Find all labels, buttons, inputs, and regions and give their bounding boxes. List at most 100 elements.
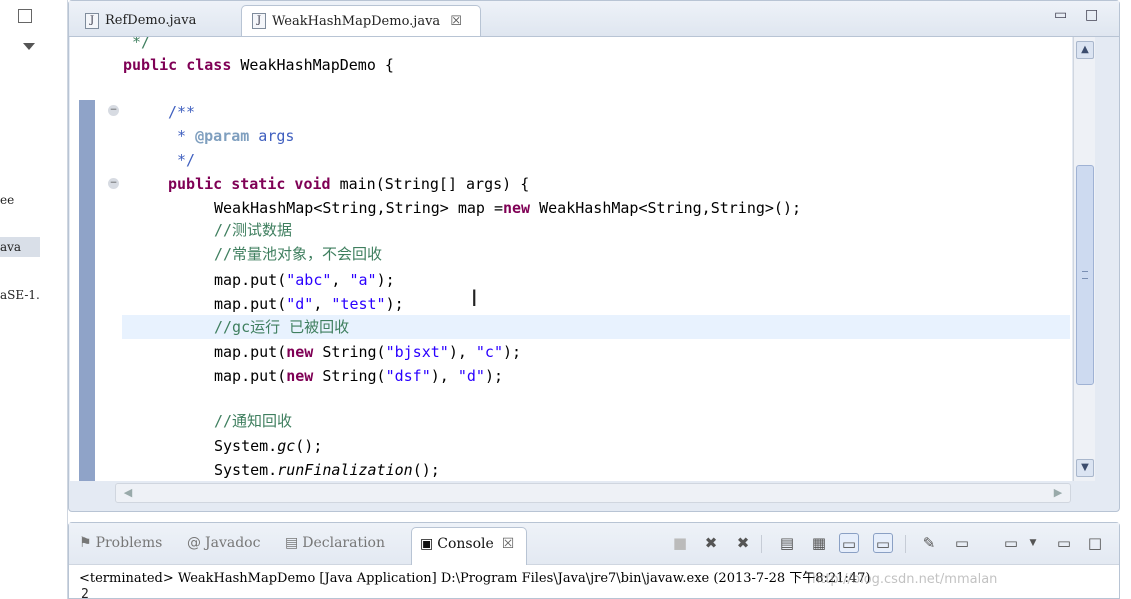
code-text: ); bbox=[503, 343, 522, 361]
scroll-grip-icon bbox=[1082, 271, 1088, 279]
watermark: http://blog.csdn.net/mmalan bbox=[812, 572, 998, 587]
terminate-icon[interactable]: ■ bbox=[670, 533, 690, 553]
tab-weakhashmapdemo[interactable]: J WeakHashMapDemo.java ☒ bbox=[241, 5, 481, 36]
string-literal: "test" bbox=[331, 295, 386, 313]
code-text: WeakHashMap<String,String>(); bbox=[530, 199, 802, 217]
code-text: (); bbox=[295, 437, 323, 455]
tab-declaration[interactable]: ▤ Declaration bbox=[285, 535, 385, 551]
package-explorer-panel: ee ava aSE-1. bbox=[0, 0, 68, 599]
code-line: public class WeakHashMapDemo { bbox=[123, 54, 394, 76]
minimize-icon[interactable]: ▭ bbox=[1054, 7, 1067, 23]
tab-console[interactable]: ▣ Console ☒ bbox=[411, 527, 528, 565]
clear-console-icon[interactable]: ▤ bbox=[777, 533, 797, 553]
string-literal: "d" bbox=[457, 367, 485, 385]
scroll-down-icon[interactable]: ▼ bbox=[1076, 459, 1094, 477]
scroll-up-icon[interactable]: ▲ bbox=[1076, 41, 1094, 59]
view-menu-icon[interactable] bbox=[23, 43, 35, 50]
code-text: ); bbox=[385, 295, 404, 313]
fold-toggle-icon[interactable]: − bbox=[108, 178, 119, 189]
code-line: /** bbox=[168, 101, 195, 123]
console-panel: ⚑ Problems @ Javadoc ▤ Declaration ▣ Console… bbox=[68, 522, 1120, 599]
method-name: runFinalization bbox=[277, 461, 413, 479]
keyword: new bbox=[286, 367, 314, 385]
keyword: new bbox=[286, 343, 314, 361]
code-line: map.put("d", "test"); bbox=[214, 293, 404, 315]
code-text: map.put( bbox=[214, 367, 287, 385]
tab-label: Problems bbox=[95, 535, 163, 551]
bottom-view-tabs: ⚑ Problems @ Javadoc ▤ Declaration ▣ Console… bbox=[69, 523, 1119, 565]
console-status-line: <terminated> WeakHashMapDemo [Java Appli… bbox=[79, 571, 871, 586]
tab-javadoc[interactable]: @ Javadoc bbox=[187, 535, 260, 551]
code-text: ); bbox=[484, 367, 503, 385]
problems-icon: ⚑ bbox=[79, 535, 92, 551]
toolbar-separator bbox=[761, 535, 762, 553]
maximize-icon[interactable]: □ bbox=[1085, 533, 1105, 553]
code-text: (); bbox=[412, 461, 440, 479]
minimize-icon[interactable]: ▭ bbox=[1054, 533, 1074, 553]
remove-launch-icon[interactable]: ✖ bbox=[701, 533, 721, 553]
comment: */ bbox=[132, 37, 151, 51]
tab-label: Declaration bbox=[302, 535, 385, 551]
javadoc-tag: @param bbox=[195, 127, 250, 145]
display-console-icon[interactable]: ▭ bbox=[952, 533, 972, 553]
tab-refdemo[interactable]: J RefDemo.java bbox=[75, 5, 237, 36]
code-line: //常量池对象，不会回收 bbox=[214, 243, 382, 265]
maximize-icon[interactable] bbox=[18, 9, 32, 23]
open-console-icon[interactable]: ▭ bbox=[1001, 533, 1021, 553]
code-line: System.gc(); bbox=[214, 435, 322, 457]
vertical-scrollbar[interactable]: ▲ ▼ bbox=[1073, 37, 1095, 481]
tree-item-label[interactable]: aSE-1. bbox=[0, 288, 40, 302]
code-text: , bbox=[331, 271, 350, 289]
chevron-down-icon[interactable]: ▼ bbox=[1023, 533, 1043, 553]
horizontal-scrollbar[interactable]: ◀ ▶ bbox=[115, 483, 1071, 503]
tree-item-label[interactable]: ee bbox=[0, 193, 14, 207]
tab-problems[interactable]: ⚑ Problems bbox=[79, 535, 162, 551]
tree-item-label[interactable]: ava bbox=[0, 240, 21, 254]
code-line: System.runFinalization(); bbox=[214, 459, 440, 481]
close-tab-icon[interactable]: ☒ bbox=[502, 536, 515, 552]
javadoc-comment: /** bbox=[168, 103, 196, 121]
java-file-icon: J bbox=[252, 13, 266, 29]
show-on-stderr-icon[interactable]: ▭ bbox=[873, 533, 893, 553]
scroll-left-icon[interactable]: ◀ bbox=[120, 485, 136, 501]
code-line: map.put(new String("dsf"), "d"); bbox=[214, 365, 503, 387]
tab-label: Console bbox=[437, 536, 494, 552]
code-line: //通知回收 bbox=[214, 410, 292, 432]
comment: //通知回收 bbox=[214, 412, 293, 430]
javadoc-comment: args bbox=[249, 127, 295, 145]
code-line: //gc运行 已被回收 bbox=[214, 316, 349, 338]
maximize-icon[interactable]: □ bbox=[1085, 7, 1098, 23]
close-tab-icon[interactable]: ☒ bbox=[450, 14, 462, 29]
code-text: System. bbox=[214, 461, 278, 479]
fold-toggle-icon[interactable]: − bbox=[108, 105, 119, 116]
comment: //gc运行 已被回收 bbox=[214, 318, 350, 336]
comment: //常量池对象，不会回收 bbox=[214, 245, 383, 263]
remove-all-launches-icon[interactable]: ✖ bbox=[733, 533, 753, 553]
method-name: gc bbox=[277, 437, 296, 455]
code-editor[interactable]: − − */ public class WeakHashMapDemo { /*… bbox=[70, 37, 1072, 481]
code-text: String( bbox=[313, 343, 386, 361]
declaration-icon: ▤ bbox=[285, 535, 299, 551]
occurrence-ruler bbox=[79, 100, 95, 481]
keyword: new bbox=[502, 199, 531, 217]
code-line: //测试数据 bbox=[214, 219, 292, 241]
code-line: */ bbox=[132, 37, 150, 53]
code-text: main(String[] args) { bbox=[330, 175, 530, 193]
pin-console-icon[interactable]: ✎ bbox=[919, 533, 939, 553]
scrollbar-thumb[interactable] bbox=[1076, 165, 1094, 385]
code-line: map.put("abc", "a"); bbox=[214, 269, 395, 291]
code-text: map.put( bbox=[214, 295, 287, 313]
show-on-stdout-icon[interactable]: ▭ bbox=[839, 533, 859, 553]
keyword: public class bbox=[123, 56, 232, 74]
scroll-right-icon[interactable]: ▶ bbox=[1050, 485, 1066, 501]
editor-tab-bar: J RefDemo.java J WeakHashMapDemo.java ☒ … bbox=[69, 1, 1119, 37]
string-literal: "bjsxt" bbox=[385, 343, 449, 361]
java-file-icon: J bbox=[85, 12, 99, 29]
console-output: 2 bbox=[81, 587, 89, 599]
code-text: ); bbox=[376, 271, 395, 289]
toolbar-separator bbox=[905, 535, 906, 553]
scroll-lock-icon[interactable]: ▦ bbox=[809, 533, 829, 553]
code-text: WeakHashMap<String,String> map = bbox=[214, 199, 503, 217]
code-line: * @param args bbox=[168, 125, 294, 147]
javadoc-icon: @ bbox=[187, 535, 201, 551]
